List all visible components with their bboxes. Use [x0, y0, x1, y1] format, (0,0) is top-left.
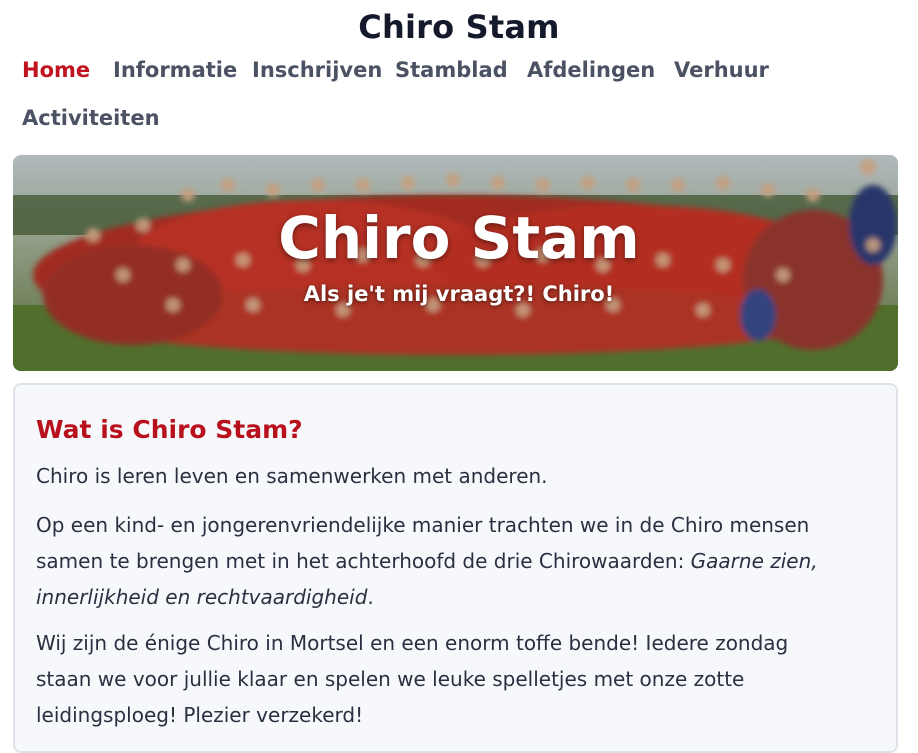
nav-item-stamblad[interactable]: Stamblad [395, 58, 508, 82]
site-title[interactable]: Chiro Stam [0, 8, 918, 46]
intro-paragraph-1: Chiro is leren leven en samenwerken met … [36, 464, 548, 488]
nav-item-verhuur[interactable]: Verhuur [674, 58, 769, 82]
nav-item-activiteiten[interactable]: Activiteiten [22, 106, 160, 130]
chirowaarden-emphasis: Gaarne zien, [690, 549, 818, 573]
nav-item-home[interactable]: Home [22, 58, 90, 82]
intro-paragraph-2-line-2: samen te brengen met in het achterhoofd … [36, 543, 886, 579]
intro-text: . [367, 585, 374, 609]
intro-paragraph-3-line-3: leidingsploeg! Plezier verzekerd! [36, 703, 364, 727]
chirowaarden-emphasis: innerlijkheid en rechtvaardigheid [36, 585, 368, 609]
intro-text: samen te brengen met in het achterhoofd … [36, 549, 691, 573]
intro-paragraph-2-line-3: innerlijkheid en rechtvaardigheid. [36, 579, 886, 615]
hero-title: Chiro Stam [278, 204, 640, 272]
intro-paragraph-3-line-1: Wij zijn de énige Chiro in Mortsel en ee… [36, 631, 789, 655]
nav-item-afdelingen[interactable]: Afdelingen [527, 58, 655, 82]
nav-item-inschrijven[interactable]: Inschrijven [252, 58, 382, 82]
intro-paragraph-3: Wij zijn de énige Chiro in Mortsel en ee… [36, 625, 886, 733]
hero-subtitle: Als je't mij vraagt?! Chiro! [303, 282, 615, 306]
intro-paragraph-3-line-2: staan we voor jullie klaar en spelen we … [36, 667, 745, 691]
intro-paragraph-2-line-1: Op een kind- en jongerenvriendelijke man… [36, 513, 810, 537]
intro-card: Wat is Chiro Stam? Chiro is leren leven … [13, 383, 898, 753]
nav-item-informatie[interactable]: Informatie [113, 58, 237, 82]
intro-heading: Wat is Chiro Stam? [36, 415, 303, 444]
intro-paragraph-2: Op een kind- en jongerenvriendelijke man… [36, 507, 886, 615]
